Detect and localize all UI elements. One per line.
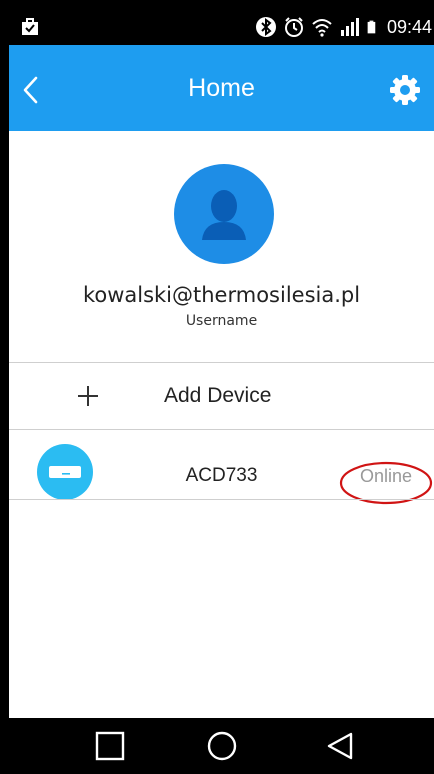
- add-device-label: Add Device: [164, 384, 272, 407]
- navigation-bar: [9, 718, 434, 774]
- plus-icon: [78, 386, 98, 406]
- battery-icon: [367, 20, 376, 34]
- wifi-icon: [312, 19, 332, 37]
- status-icons: 09:44: [255, 9, 434, 45]
- profile-section: kowalski@thermosilesia.pl Username: [9, 131, 434, 362]
- add-device-row[interactable]: Add Device: [9, 363, 434, 429]
- briefcase-icon: [22, 18, 38, 35]
- alarm-icon: [284, 17, 303, 37]
- page-title: Home: [188, 74, 255, 102]
- status-bar: 09:44: [9, 9, 434, 45]
- gear-icon: [390, 75, 420, 105]
- username-label: Username: [185, 313, 258, 329]
- avatar[interactable]: [174, 164, 274, 264]
- home-button[interactable]: [204, 728, 240, 764]
- recent-apps-icon: [95, 731, 125, 761]
- bluetooth-icon: [255, 17, 276, 37]
- recent-apps-button[interactable]: [92, 728, 128, 764]
- settings-button[interactable]: [388, 73, 422, 107]
- status-time: 09:44: [386, 17, 432, 37]
- app-screen: 09:44 Home kowalski@thermosilesia.pl Use…: [9, 9, 434, 774]
- phone-frame: 09:44 Home kowalski@thermosilesia.pl Use…: [0, 0, 434, 774]
- app-bar: Home: [9, 45, 434, 131]
- signal-icon: [340, 18, 359, 36]
- back-triangle-icon: [327, 732, 353, 760]
- user-email: kowalski@thermosilesia.pl: [82, 283, 361, 307]
- home-icon: [207, 731, 237, 761]
- device-list-item[interactable]: ACD733 Online: [9, 430, 434, 505]
- user-icon: [202, 190, 246, 240]
- divider: [9, 499, 434, 500]
- back-nav-button[interactable]: [322, 728, 358, 764]
